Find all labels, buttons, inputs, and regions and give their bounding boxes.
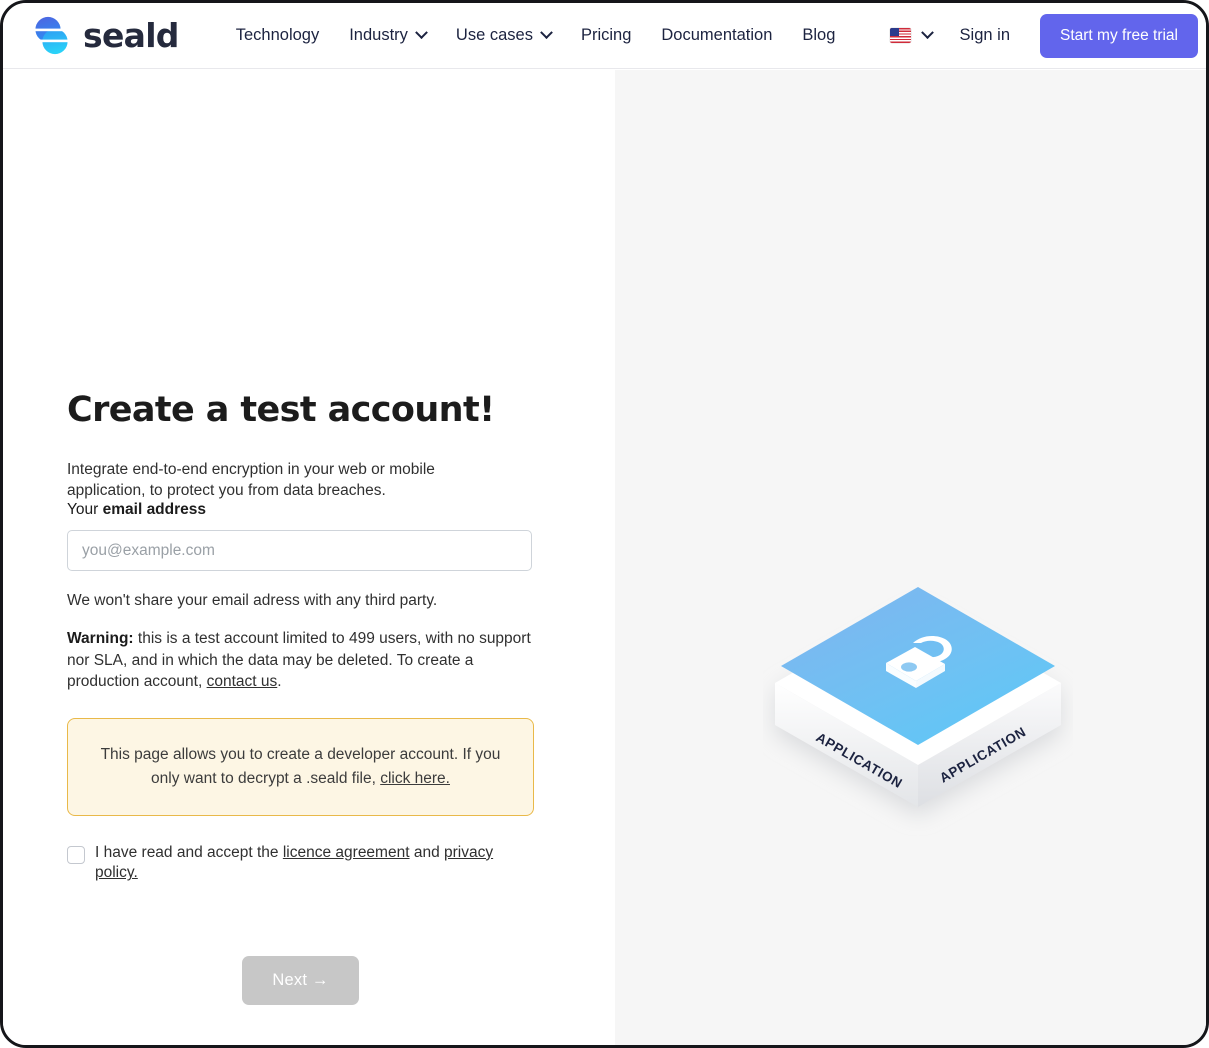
warning-label: Warning: <box>67 630 134 648</box>
email-label-prefix: Your <box>67 501 103 519</box>
sign-in-link[interactable]: Sign in <box>944 18 1026 53</box>
start-free-trial-button[interactable]: Start my free trial <box>1040 13 1198 58</box>
nav-item-label: Documentation <box>661 26 773 44</box>
brand-name: seald <box>83 16 179 55</box>
email-label-strong: email address <box>102 501 207 519</box>
nav-item-blog[interactable]: Blog <box>787 18 850 53</box>
email-input[interactable] <box>67 530 532 572</box>
chevron-down-icon <box>540 26 553 40</box>
warning-body: this is a test account limited to 499 us… <box>67 630 531 691</box>
browser-frame: seald Technology Industry Use cases Pric… <box>0 0 1209 1048</box>
nav-item-documentation[interactable]: Documentation <box>646 18 787 53</box>
contact-us-link[interactable]: contact us <box>207 673 278 690</box>
nav-item-industry[interactable]: Industry <box>334 18 441 53</box>
header-actions: Sign in Start my free trial <box>878 13 1198 58</box>
chevron-down-icon <box>415 26 428 40</box>
terms-label[interactable]: I have read and accept the licence agree… <box>95 843 534 884</box>
language-switcher[interactable] <box>878 20 944 51</box>
terms-text-middle: and <box>409 843 445 861</box>
page-title: Create a test account! <box>67 390 495 430</box>
next-button[interactable]: Next → <box>242 955 359 1005</box>
nav-item-label: Use cases <box>455 26 533 44</box>
page-subtitle: Integrate end-to-end encryption in your … <box>67 461 435 499</box>
click-here-link[interactable]: click here. <box>380 770 450 787</box>
nav-item-label: Industry <box>349 26 408 44</box>
us-flag-icon <box>889 28 911 43</box>
form-pane: Create a test account! Integrate end-to-… <box>3 70 615 1045</box>
licence-agreement-link[interactable]: licence agreement <box>283 844 410 861</box>
email-helper-text: We won't share your email adress with an… <box>67 592 438 610</box>
nav-item-pricing[interactable]: Pricing <box>566 18 646 53</box>
isometric-application-box: APPLICATION APPLICATION <box>763 575 1073 845</box>
main-navigation: Technology Industry Use cases Pricing Do… <box>221 18 851 53</box>
signup-form: Create a test account! Integrate end-to-… <box>67 390 534 1005</box>
nav-item-label: Blog <box>802 26 836 44</box>
decrypt-info-alert: This page allows you to create a develop… <box>67 717 534 816</box>
terms-checkbox[interactable] <box>67 845 85 864</box>
site-header: seald Technology Industry Use cases Pric… <box>3 3 1206 69</box>
warning-tail: . <box>277 673 282 691</box>
nav-item-technology[interactable]: Technology <box>221 18 334 53</box>
chevron-down-icon <box>920 26 934 40</box>
nav-item-label: Pricing <box>580 26 632 44</box>
terms-text-start: I have read and accept the <box>95 843 283 861</box>
illustration-pane: APPLICATION APPLICATION <box>615 70 1206 1045</box>
brand-logo-link[interactable]: seald <box>29 13 179 58</box>
email-field-label: Your email address <box>67 501 206 518</box>
decrypt-alert-text: This page allows you to create a develop… <box>98 743 503 791</box>
warning-text: Warning: this is a test account limited … <box>67 628 534 692</box>
nav-item-label: Technology <box>235 26 320 44</box>
page-content: Create a test account! Integrate end-to-… <box>3 70 1206 1045</box>
seald-logo-icon <box>29 13 74 58</box>
nav-item-use-cases[interactable]: Use cases <box>441 18 566 53</box>
terms-row: I have read and accept the licence agree… <box>67 843 534 884</box>
